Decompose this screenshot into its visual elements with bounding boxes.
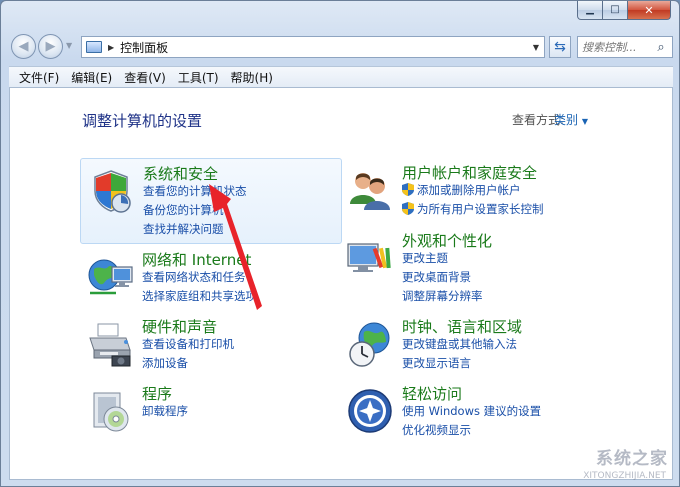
category-title[interactable]: 用户帐户和家庭安全 xyxy=(402,162,537,183)
category-network-internet[interactable]: 网络和 Internet 查看网络状态和任务 选择家庭组和共享选项 xyxy=(80,245,342,309)
refresh-button[interactable]: ⇆ xyxy=(549,36,571,58)
view-by-dropdown[interactable]: 类别 ▼ xyxy=(554,111,588,128)
link-screen-resolution[interactable]: 调整屏幕分辨率 xyxy=(402,288,483,304)
menu-view[interactable]: 查看(V) xyxy=(118,69,172,86)
caption-buttons: ▁ □ ✕ xyxy=(577,1,671,20)
category-title[interactable]: 轻松访问 xyxy=(402,383,462,404)
menu-edit[interactable]: 编辑(E) xyxy=(65,69,118,86)
category-title[interactable]: 硬件和声音 xyxy=(142,316,217,337)
search-box: ⌕ xyxy=(577,36,673,58)
category-title[interactable]: 时钟、语言和区域 xyxy=(402,316,522,337)
link-parental-controls[interactable]: 为所有用户设置家长控制 xyxy=(402,201,544,217)
link-add-device[interactable]: 添加设备 xyxy=(142,355,188,371)
printer-icon xyxy=(89,323,131,367)
menu-tools[interactable]: 工具(T) xyxy=(172,69,225,86)
breadcrumb-control-panel[interactable]: 控制面板 xyxy=(120,39,528,56)
users-icon xyxy=(350,173,390,210)
category-title[interactable]: 系统和安全 xyxy=(143,163,218,184)
monitor-palette-icon xyxy=(347,243,391,272)
link-homegroup-sharing[interactable]: 选择家庭组和共享选项 xyxy=(142,288,257,304)
recent-pages-chevron-icon[interactable]: ▼ xyxy=(66,41,72,50)
arrow-right-icon: ▶ xyxy=(45,39,56,54)
view-by-value: 类别 xyxy=(554,113,579,127)
category-hardware-sound[interactable]: 硬件和声音 查看设备和打印机 添加设备 xyxy=(80,312,342,376)
search-icon[interactable]: ⌕ xyxy=(652,40,670,55)
address-bar[interactable]: ▶ 控制面板 ▼ xyxy=(81,36,545,58)
link-change-keyboard[interactable]: 更改键盘或其他输入法 xyxy=(402,336,517,352)
link-change-display-language[interactable]: 更改显示语言 xyxy=(402,355,471,371)
address-dropdown-icon[interactable]: ▼ xyxy=(528,43,544,52)
minimize-button[interactable]: ▁ xyxy=(577,1,603,20)
menu-bar: 文件(F) 编辑(E) 查看(V) 工具(T) 帮助(H) xyxy=(9,66,673,88)
category-user-accounts[interactable]: 用户帐户和家庭安全 添加或删除用户帐户 为所有用户设置家长控制 xyxy=(340,158,602,222)
menu-file[interactable]: 文件(F) xyxy=(13,69,65,86)
category-title[interactable]: 网络和 Internet xyxy=(142,249,251,270)
link-optimize-video-display[interactable]: 优化视频显示 xyxy=(402,422,471,438)
watermark-logo: 系统之家 xyxy=(596,449,668,469)
category-title[interactable]: 外观和个性化 xyxy=(402,230,492,251)
link-label: 添加或删除用户帐户 xyxy=(417,183,521,197)
link-change-theme[interactable]: 更改主题 xyxy=(402,250,448,266)
category-clock-language-region[interactable]: 时钟、语言和区域 更改键盘或其他输入法 更改显示语言 xyxy=(340,312,602,376)
programs-disc-icon xyxy=(93,392,129,432)
navigation-bar: ◀ ▶ ▼ ▶ 控制面板 ▼ ⇆ ⌕ xyxy=(9,32,673,60)
main-content: 调整计算机的设置 查看方式: 类别 ▼ 系统和安全 查看您的计算机状态 备份您的… xyxy=(9,88,673,480)
category-programs[interactable]: 程序 卸载程序 xyxy=(80,379,342,432)
dropdown-arrow-icon: ▼ xyxy=(581,117,588,126)
shield-icon xyxy=(94,170,131,213)
category-title[interactable]: 程序 xyxy=(142,383,172,404)
search-input[interactable] xyxy=(578,39,652,55)
network-globe-icon xyxy=(88,259,133,295)
category-appearance[interactable]: 外观和个性化 更改主题 更改桌面背景 调整屏幕分辨率 xyxy=(340,226,602,303)
ease-of-access-icon xyxy=(348,389,392,433)
back-button[interactable]: ◀ xyxy=(11,34,36,59)
breadcrumb-chevron-icon[interactable]: ▶ xyxy=(108,43,114,52)
page-title: 调整计算机的设置 xyxy=(82,112,203,130)
control-panel-window: ▁ □ ✕ ◀ ▶ ▼ ▶ 控制面板 ▼ ⇆ ⌕ 文件(F) 编辑(E) 查看(… xyxy=(0,0,680,487)
link-view-computer-status[interactable]: 查看您的计算机状态 xyxy=(143,183,247,199)
uac-shield-icon xyxy=(402,183,414,196)
close-button[interactable]: ✕ xyxy=(628,1,671,20)
watermark-url: XITONGZHIJIA.NET xyxy=(583,471,666,481)
category-system-security[interactable]: 系统和安全 查看您的计算机状态 备份您的计算机 查找并解决问题 xyxy=(80,158,342,244)
link-label: 为所有用户设置家长控制 xyxy=(417,202,544,216)
link-view-network-status[interactable]: 查看网络状态和任务 xyxy=(142,269,246,285)
forward-button[interactable]: ▶ xyxy=(38,34,63,59)
link-add-remove-users[interactable]: 添加或删除用户帐户 xyxy=(402,182,521,198)
link-devices-printers[interactable]: 查看设备和打印机 xyxy=(142,336,234,352)
uac-shield-icon xyxy=(402,202,414,215)
link-desktop-background[interactable]: 更改桌面背景 xyxy=(402,269,471,285)
menu-help[interactable]: 帮助(H) xyxy=(225,69,279,86)
link-backup-computer[interactable]: 备份您的计算机 xyxy=(143,202,224,218)
clock-globe-icon xyxy=(349,322,390,367)
control-panel-icon xyxy=(86,41,102,53)
maximize-button[interactable]: □ xyxy=(603,1,628,20)
link-uninstall-program[interactable]: 卸载程序 xyxy=(142,403,188,419)
arrow-left-icon: ◀ xyxy=(18,39,29,54)
refresh-icon: ⇆ xyxy=(554,39,566,55)
category-ease-of-access[interactable]: 轻松访问 使用 Windows 建议的设置 优化视频显示 xyxy=(340,379,602,443)
link-windows-recommended-settings[interactable]: 使用 Windows 建议的设置 xyxy=(402,403,541,419)
link-troubleshoot[interactable]: 查找并解决问题 xyxy=(143,221,224,237)
